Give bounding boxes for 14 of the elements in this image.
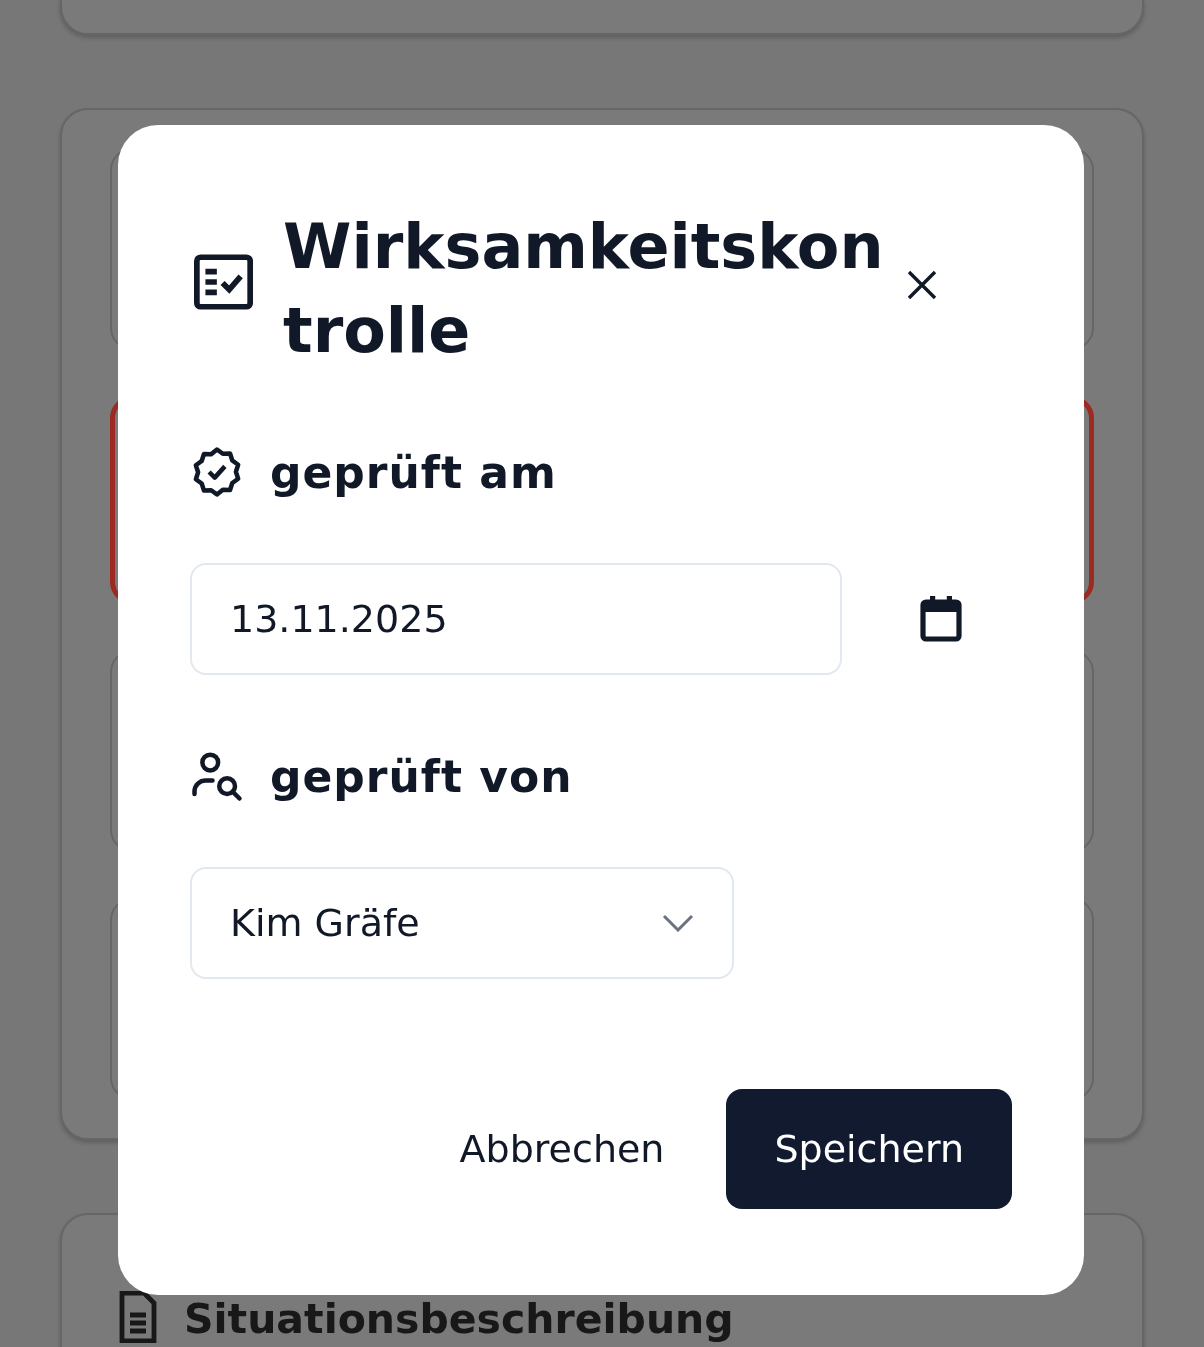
date-field[interactable]: 13.11.2025 xyxy=(190,563,842,675)
save-button[interactable]: Speichern xyxy=(726,1089,1012,1209)
checklist-icon xyxy=(194,253,254,311)
person-dropdown[interactable]: Kim Gräfe xyxy=(190,867,734,979)
field-label: geprüft von xyxy=(270,750,573,802)
field-label: geprüft am xyxy=(270,446,557,498)
section-title: Situationsbeschreibung xyxy=(184,1295,734,1343)
document-icon xyxy=(118,1291,158,1343)
dialog-title: Wirksamkeitskontrolle xyxy=(283,209,885,369)
close-icon xyxy=(906,269,938,301)
cancel-button[interactable]: Abbrechen xyxy=(459,1127,665,1171)
calendar-icon[interactable] xyxy=(920,596,962,642)
user-search-icon xyxy=(190,749,244,803)
chevron-down-icon xyxy=(662,914,694,932)
